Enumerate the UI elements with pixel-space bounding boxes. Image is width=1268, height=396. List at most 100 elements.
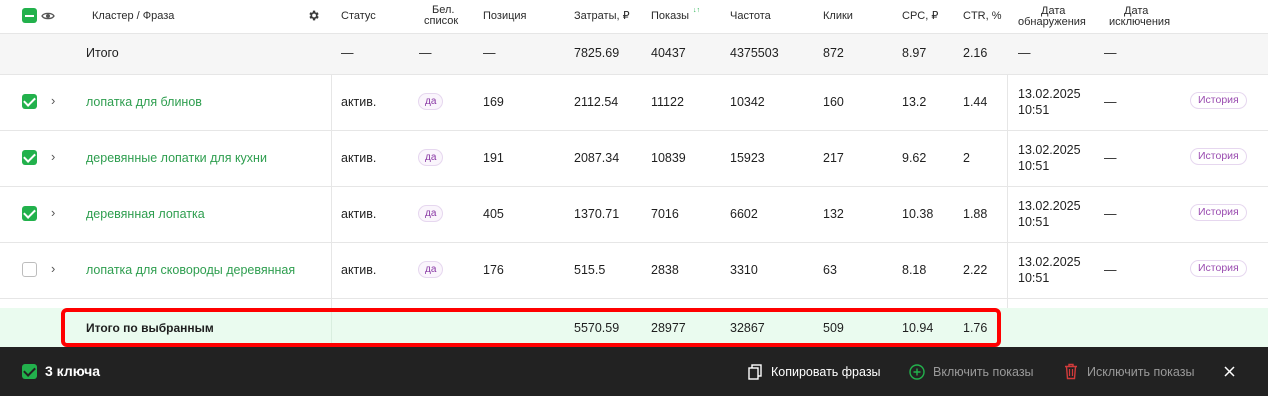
gear-icon[interactable] — [307, 9, 320, 22]
whitelist-badge[interactable]: да — [418, 149, 444, 166]
row-excl: — — [1104, 151, 1117, 165]
phrase-link[interactable]: лопатка для сковороды деревянная — [86, 262, 295, 278]
row-clicks: 63 — [823, 263, 837, 277]
header-excl-line2[interactable]: исключения — [1109, 16, 1170, 28]
total-whitelist: — — [419, 46, 432, 60]
close-icon[interactable] — [1224, 366, 1235, 377]
row-time: 10:51 — [1018, 159, 1050, 173]
total-detect: — — [1018, 46, 1031, 60]
row-divider — [0, 298, 1268, 299]
row-ctr: 2.22 — [963, 263, 988, 277]
row-ctr: 2 — [963, 151, 970, 165]
row-frequency: 10342 — [730, 95, 765, 109]
total-cpc: 8.97 — [902, 46, 927, 60]
total-ctr: 2.16 — [963, 46, 988, 60]
total-excl: — — [1104, 46, 1117, 60]
row-cpc: 13.2 — [902, 95, 927, 109]
row-impressions: 2838 — [651, 263, 679, 277]
row-position: 176 — [483, 263, 504, 277]
whitelist-badge[interactable]: да — [418, 261, 444, 278]
selection-checkbox[interactable] — [22, 364, 37, 379]
eye-icon[interactable] — [41, 9, 55, 23]
phrase-link[interactable]: деревянные лопатки для кухни — [86, 150, 267, 166]
row-frequency: 15923 — [730, 151, 765, 165]
row-cost: 515.5 — [574, 263, 606, 277]
table-row[interactable]: › деревянная лопатка актив. да 405 1370.… — [0, 187, 1268, 242]
row-ctr: 1.44 — [963, 95, 988, 109]
row-checkbox[interactable] — [22, 94, 37, 109]
row-date: 13.02.2025 — [1018, 87, 1081, 101]
row-date: 13.02.2025 — [1018, 143, 1081, 157]
history-button[interactable]: История — [1190, 204, 1247, 221]
header-whitelist-line2[interactable]: список — [424, 15, 458, 27]
history-button[interactable]: История — [1190, 148, 1247, 165]
row-cpc: 9.62 — [902, 151, 927, 165]
total-row: Итого — — — 7825.69 40437 4375503 872 8.… — [0, 34, 1268, 74]
history-button[interactable]: История — [1190, 260, 1247, 277]
whitelist-badge[interactable]: да — [418, 205, 444, 222]
header-position[interactable]: Позиция — [483, 10, 527, 22]
chevron-right-icon[interactable]: › — [51, 93, 55, 108]
row-status: актив. — [341, 207, 377, 221]
table-header: Кластер / Фраза Статус Бел. список Позиц… — [0, 0, 1268, 33]
plus-circle-icon[interactable] — [909, 364, 925, 380]
header-ctr[interactable]: CTR, % — [963, 10, 1002, 22]
table-row[interactable]: › лопатка для блинов актив. да 169 2112.… — [0, 75, 1268, 130]
row-excl: — — [1104, 263, 1117, 277]
header-cost[interactable]: Затраты, ₽ — [574, 10, 630, 22]
total-frequency: 4375503 — [730, 46, 779, 60]
row-time: 10:51 — [1018, 103, 1050, 117]
row-time: 10:51 — [1018, 271, 1050, 285]
row-status: актив. — [341, 151, 377, 165]
selected-count: 3 ключа — [45, 363, 101, 379]
total-position: — — [483, 46, 496, 60]
table-row[interactable]: › лопатка для сковороды деревянная актив… — [0, 243, 1268, 298]
row-checkbox[interactable] — [22, 206, 37, 221]
row-impressions: 7016 — [651, 207, 679, 221]
copy-phrases-button[interactable]: Копировать фразы — [771, 365, 881, 379]
row-cost: 1370.71 — [574, 207, 620, 221]
phrase-link[interactable]: деревянная лопатка — [86, 206, 205, 222]
total-impressions: 40437 — [651, 46, 686, 60]
chevron-right-icon[interactable]: › — [51, 205, 55, 220]
chevron-right-icon[interactable]: › — [51, 261, 55, 276]
row-position: 405 — [483, 207, 504, 221]
copy-icon[interactable] — [748, 364, 762, 380]
table-row[interactable]: › деревянные лопатки для кухни актив. да… — [0, 131, 1268, 186]
row-date: 13.02.2025 — [1018, 255, 1081, 269]
phrase-link[interactable]: лопатка для блинов — [86, 94, 202, 110]
row-frequency: 6602 — [730, 207, 758, 221]
row-clicks: 132 — [823, 207, 844, 221]
header-detect-line2[interactable]: обнаружения — [1018, 16, 1086, 28]
row-cost: 2112.54 — [574, 95, 619, 109]
header-clicks[interactable]: Клики — [823, 10, 853, 22]
header-cluster-phrase[interactable]: Кластер / Фраза — [92, 10, 174, 22]
header-status[interactable]: Статус — [341, 10, 376, 22]
row-impressions: 10839 — [651, 151, 686, 165]
row-clicks: 217 — [823, 151, 844, 165]
row-frequency: 3310 — [730, 263, 758, 277]
enable-impressions-button[interactable]: Включить показы — [933, 365, 1034, 379]
whitelist-badge[interactable]: да — [418, 93, 444, 110]
total-clicks: 872 — [823, 46, 844, 60]
selection-action-bar: 3 ключа Копировать фразы Включить показы… — [0, 347, 1268, 396]
row-position: 169 — [483, 95, 504, 109]
header-impressions[interactable]: Показы — [651, 10, 689, 22]
row-impressions: 11122 — [651, 95, 684, 109]
sort-icon[interactable]: ↓↑ — [693, 7, 700, 14]
row-checkbox[interactable] — [22, 150, 37, 165]
header-frequency[interactable]: Частота — [730, 10, 771, 22]
row-ctr: 1.88 — [963, 207, 988, 221]
header-cpc[interactable]: CPC, ₽ — [902, 10, 938, 22]
row-date: 13.02.2025 — [1018, 199, 1081, 213]
row-cost: 2087.34 — [574, 151, 620, 165]
select-all-checkbox[interactable] — [22, 8, 37, 23]
row-status: актив. — [341, 95, 377, 109]
trash-icon[interactable] — [1064, 363, 1078, 380]
history-button[interactable]: История — [1190, 92, 1247, 109]
chevron-right-icon[interactable]: › — [51, 149, 55, 164]
total-cost: 7825.69 — [574, 46, 620, 60]
row-checkbox[interactable] — [22, 262, 37, 277]
row-excl: — — [1104, 95, 1117, 109]
exclude-impressions-button[interactable]: Исключить показы — [1087, 365, 1194, 379]
